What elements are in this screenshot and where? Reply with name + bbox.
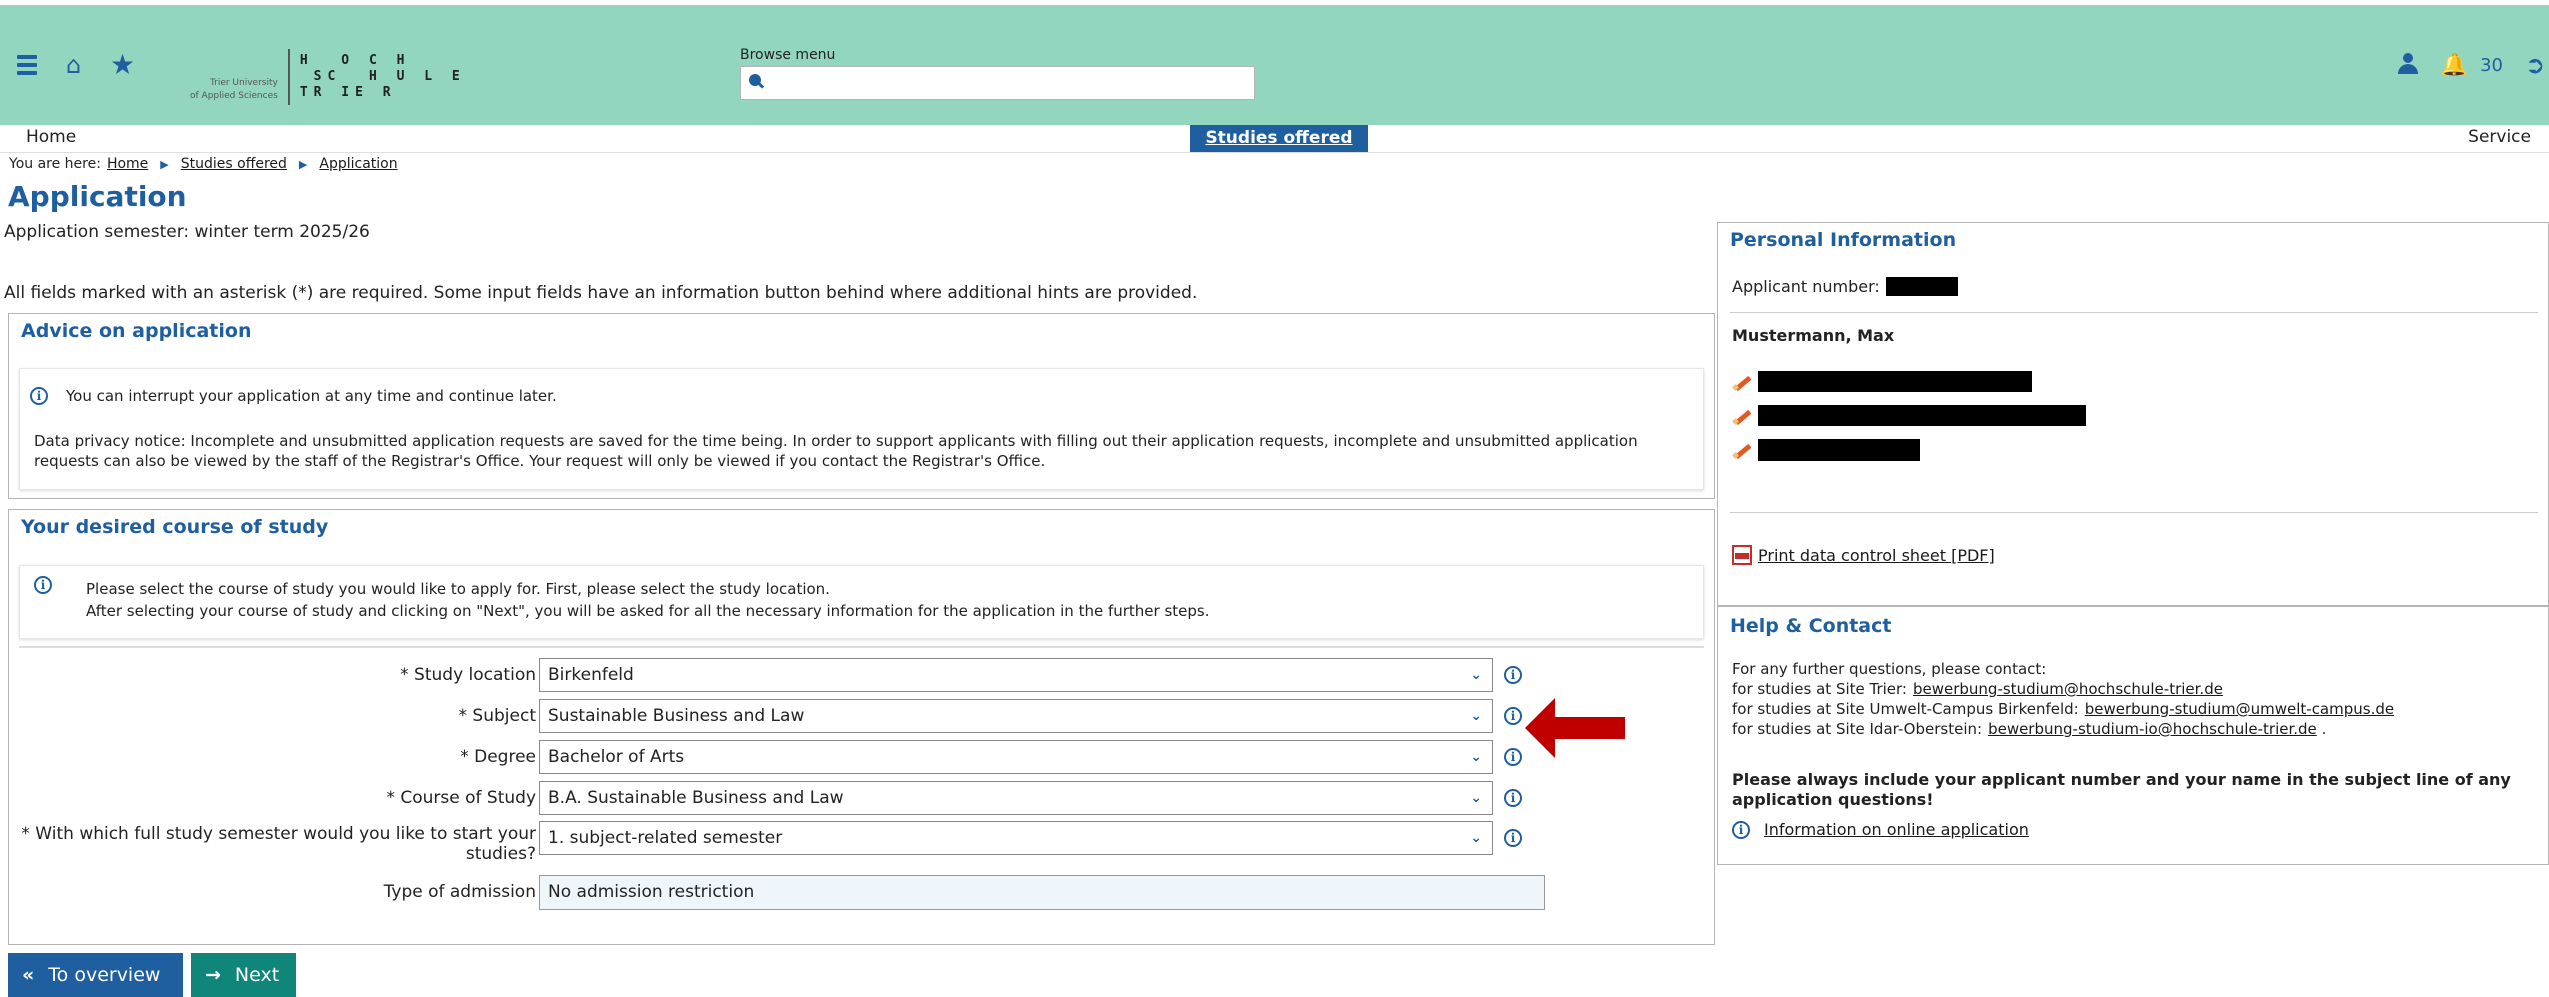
main-nav: Home Studies offered Service xyxy=(0,125,2549,153)
online-application-info-link[interactable]: Information on online application xyxy=(1764,820,2029,839)
email-idar-link[interactable]: bewerbung-studium-io@hochschule-trier.de xyxy=(1988,720,2317,738)
contact-info: For any further questions, please contac… xyxy=(1732,660,2395,738)
personal-info-title: Personal Information xyxy=(1730,229,1957,251)
pencil-icon[interactable] xyxy=(1732,440,1754,460)
course-of-study-label: * Course of Study xyxy=(386,788,536,808)
advice-hint-box: i You can interrupt your application at … xyxy=(19,368,1704,490)
applicant-number: Applicant number: xyxy=(1732,277,1958,296)
divider xyxy=(1730,312,2538,313)
logo-wordmark: H O C H SC H U L E TR IE R xyxy=(299,53,466,100)
required-fields-note: All fields marked with an asterisk (*) a… xyxy=(4,283,1198,303)
advice-title: Advice on application xyxy=(21,320,252,342)
chevron-down-icon: ⌄ xyxy=(1470,830,1482,846)
course-of-study-info-icon[interactable]: i xyxy=(1504,789,1522,807)
personal-data-line[interactable] xyxy=(1732,405,2086,426)
user-toolbar: 🔔 30 ➲ xyxy=(2397,51,2549,79)
help-title: Help & Contact xyxy=(1730,615,1892,637)
next-button[interactable]: → Next xyxy=(191,953,296,997)
browse-menu-label: Browse menu xyxy=(740,47,836,63)
admission-value: No admission restriction xyxy=(539,875,1545,910)
start-semester-label: * With which full study semester would y… xyxy=(21,824,536,864)
advice-hint-interrupt: i You can interrupt your application at … xyxy=(30,387,557,405)
study-location-info-icon[interactable]: i xyxy=(1504,666,1522,684)
logo-subtitle: Trier University of Applied Sciences xyxy=(190,49,290,105)
browse-menu: Browse menu xyxy=(740,47,1255,100)
course-hint-box: i Please select the course of study you … xyxy=(19,565,1704,639)
redacted-applicant-number xyxy=(1885,277,1958,296)
logout-icon[interactable]: ➲ xyxy=(2525,51,2549,79)
nav-studies-offered[interactable]: Studies offered xyxy=(1190,125,1368,152)
print-link[interactable]: Print data control sheet [PDF] xyxy=(1758,546,1995,565)
info-icon: i xyxy=(30,387,48,405)
course-hint-line2: After selecting your course of study and… xyxy=(86,602,1210,620)
home-icon[interactable]: ⌂ xyxy=(66,51,81,79)
course-of-study-select[interactable]: B.A. Sustainable Business and Law ⌄ xyxy=(539,781,1493,815)
redacted-data xyxy=(1758,405,2086,426)
subject-label: * Subject xyxy=(458,706,536,726)
personal-data-line[interactable] xyxy=(1732,371,2032,392)
privacy-notice: Data privacy notice: Incomplete and unsu… xyxy=(34,432,1638,470)
degree-label: * Degree xyxy=(460,747,536,767)
study-location-select[interactable]: Birkenfeld ⌄ xyxy=(539,658,1493,692)
personal-data-line[interactable] xyxy=(1732,439,1920,461)
to-overview-button[interactable]: « To overview xyxy=(8,953,183,997)
subject-select[interactable]: Sustainable Business and Law ⌄ xyxy=(539,699,1493,733)
start-semester-select[interactable]: 1. subject-related semester ⌄ xyxy=(539,821,1493,855)
chevron-down-icon: ⌄ xyxy=(1470,708,1482,724)
red-arrow-annotation xyxy=(1525,698,1625,758)
chevron-right-icon: ▶ xyxy=(160,157,169,171)
redacted-data xyxy=(1758,439,1920,461)
notification-count[interactable]: 30 xyxy=(2480,55,2503,76)
course-panel: Your desired course of study i Please se… xyxy=(8,509,1715,945)
user-icon[interactable] xyxy=(2397,53,2419,77)
personal-information-panel: Personal Information Applicant number: M… xyxy=(1717,222,2549,606)
help-note: Please always include your applicant num… xyxy=(1732,770,2511,809)
pencil-icon[interactable] xyxy=(1732,406,1754,426)
subject-info-icon[interactable]: i xyxy=(1504,707,1522,725)
study-location-label: * Study location xyxy=(400,665,536,685)
arrow-right-icon: → xyxy=(205,964,221,986)
admission-label: Type of admission xyxy=(383,882,536,902)
breadcrumb-application[interactable]: Application xyxy=(319,156,397,172)
pdf-icon xyxy=(1732,545,1752,565)
nav-service[interactable]: Service xyxy=(2468,127,2531,147)
breadcrumb-home[interactable]: Home xyxy=(107,156,148,172)
redacted-data xyxy=(1758,371,2032,392)
online-application-info[interactable]: i Information on online application xyxy=(1732,820,2029,839)
divider xyxy=(1730,512,2538,513)
course-hint-line1: Please select the course of study you wo… xyxy=(86,580,830,598)
pencil-icon[interactable] xyxy=(1732,372,1754,392)
degree-select[interactable]: Bachelor of Arts ⌄ xyxy=(539,740,1493,774)
hamburger-menu-icon[interactable] xyxy=(17,55,37,75)
info-icon: i xyxy=(1732,820,1750,839)
browse-menu-input[interactable] xyxy=(740,66,1255,100)
logo[interactable]: Trier University of Applied Sciences H O… xyxy=(190,49,466,105)
email-birkenfeld-link[interactable]: bewerbung-studium@umwelt-campus.de xyxy=(2085,700,2394,718)
top-header: ⌂ ★ Trier University of Applied Sciences… xyxy=(0,5,2549,125)
divider xyxy=(19,646,1704,648)
application-semester: Application semester: winter term 2025/2… xyxy=(4,222,370,242)
advice-panel: Advice on application i You can interrup… xyxy=(8,313,1715,499)
course-title: Your desired course of study xyxy=(21,516,329,538)
breadcrumb: You are here: Home ▶ Studies offered ▶ A… xyxy=(9,156,398,172)
double-chevron-left-icon: « xyxy=(22,964,35,986)
start-semester-info-icon[interactable]: i xyxy=(1504,829,1522,847)
search-icon xyxy=(749,74,761,86)
info-icon: i xyxy=(34,576,52,594)
nav-home[interactable]: Home xyxy=(26,127,76,147)
print-data-control-sheet[interactable]: Print data control sheet [PDF] xyxy=(1732,545,1995,565)
page-title: Application xyxy=(8,180,187,213)
applicant-name: Mustermann, Max xyxy=(1732,326,1895,345)
chevron-down-icon: ⌄ xyxy=(1470,667,1482,683)
breadcrumb-prefix: You are here: xyxy=(9,156,101,172)
degree-info-icon[interactable]: i xyxy=(1504,748,1522,766)
breadcrumb-studies-offered[interactable]: Studies offered xyxy=(181,156,287,172)
chevron-down-icon: ⌄ xyxy=(1470,749,1482,765)
email-trier-link[interactable]: bewerbung-studium@hochschule-trier.de xyxy=(1913,680,2223,698)
chevron-down-icon: ⌄ xyxy=(1470,790,1482,806)
help-contact-panel: Help & Contact For any further questions… xyxy=(1717,606,2549,865)
bell-icon[interactable]: 🔔 xyxy=(2441,53,2468,78)
star-icon[interactable]: ★ xyxy=(110,48,135,81)
chevron-right-icon: ▶ xyxy=(298,157,308,171)
